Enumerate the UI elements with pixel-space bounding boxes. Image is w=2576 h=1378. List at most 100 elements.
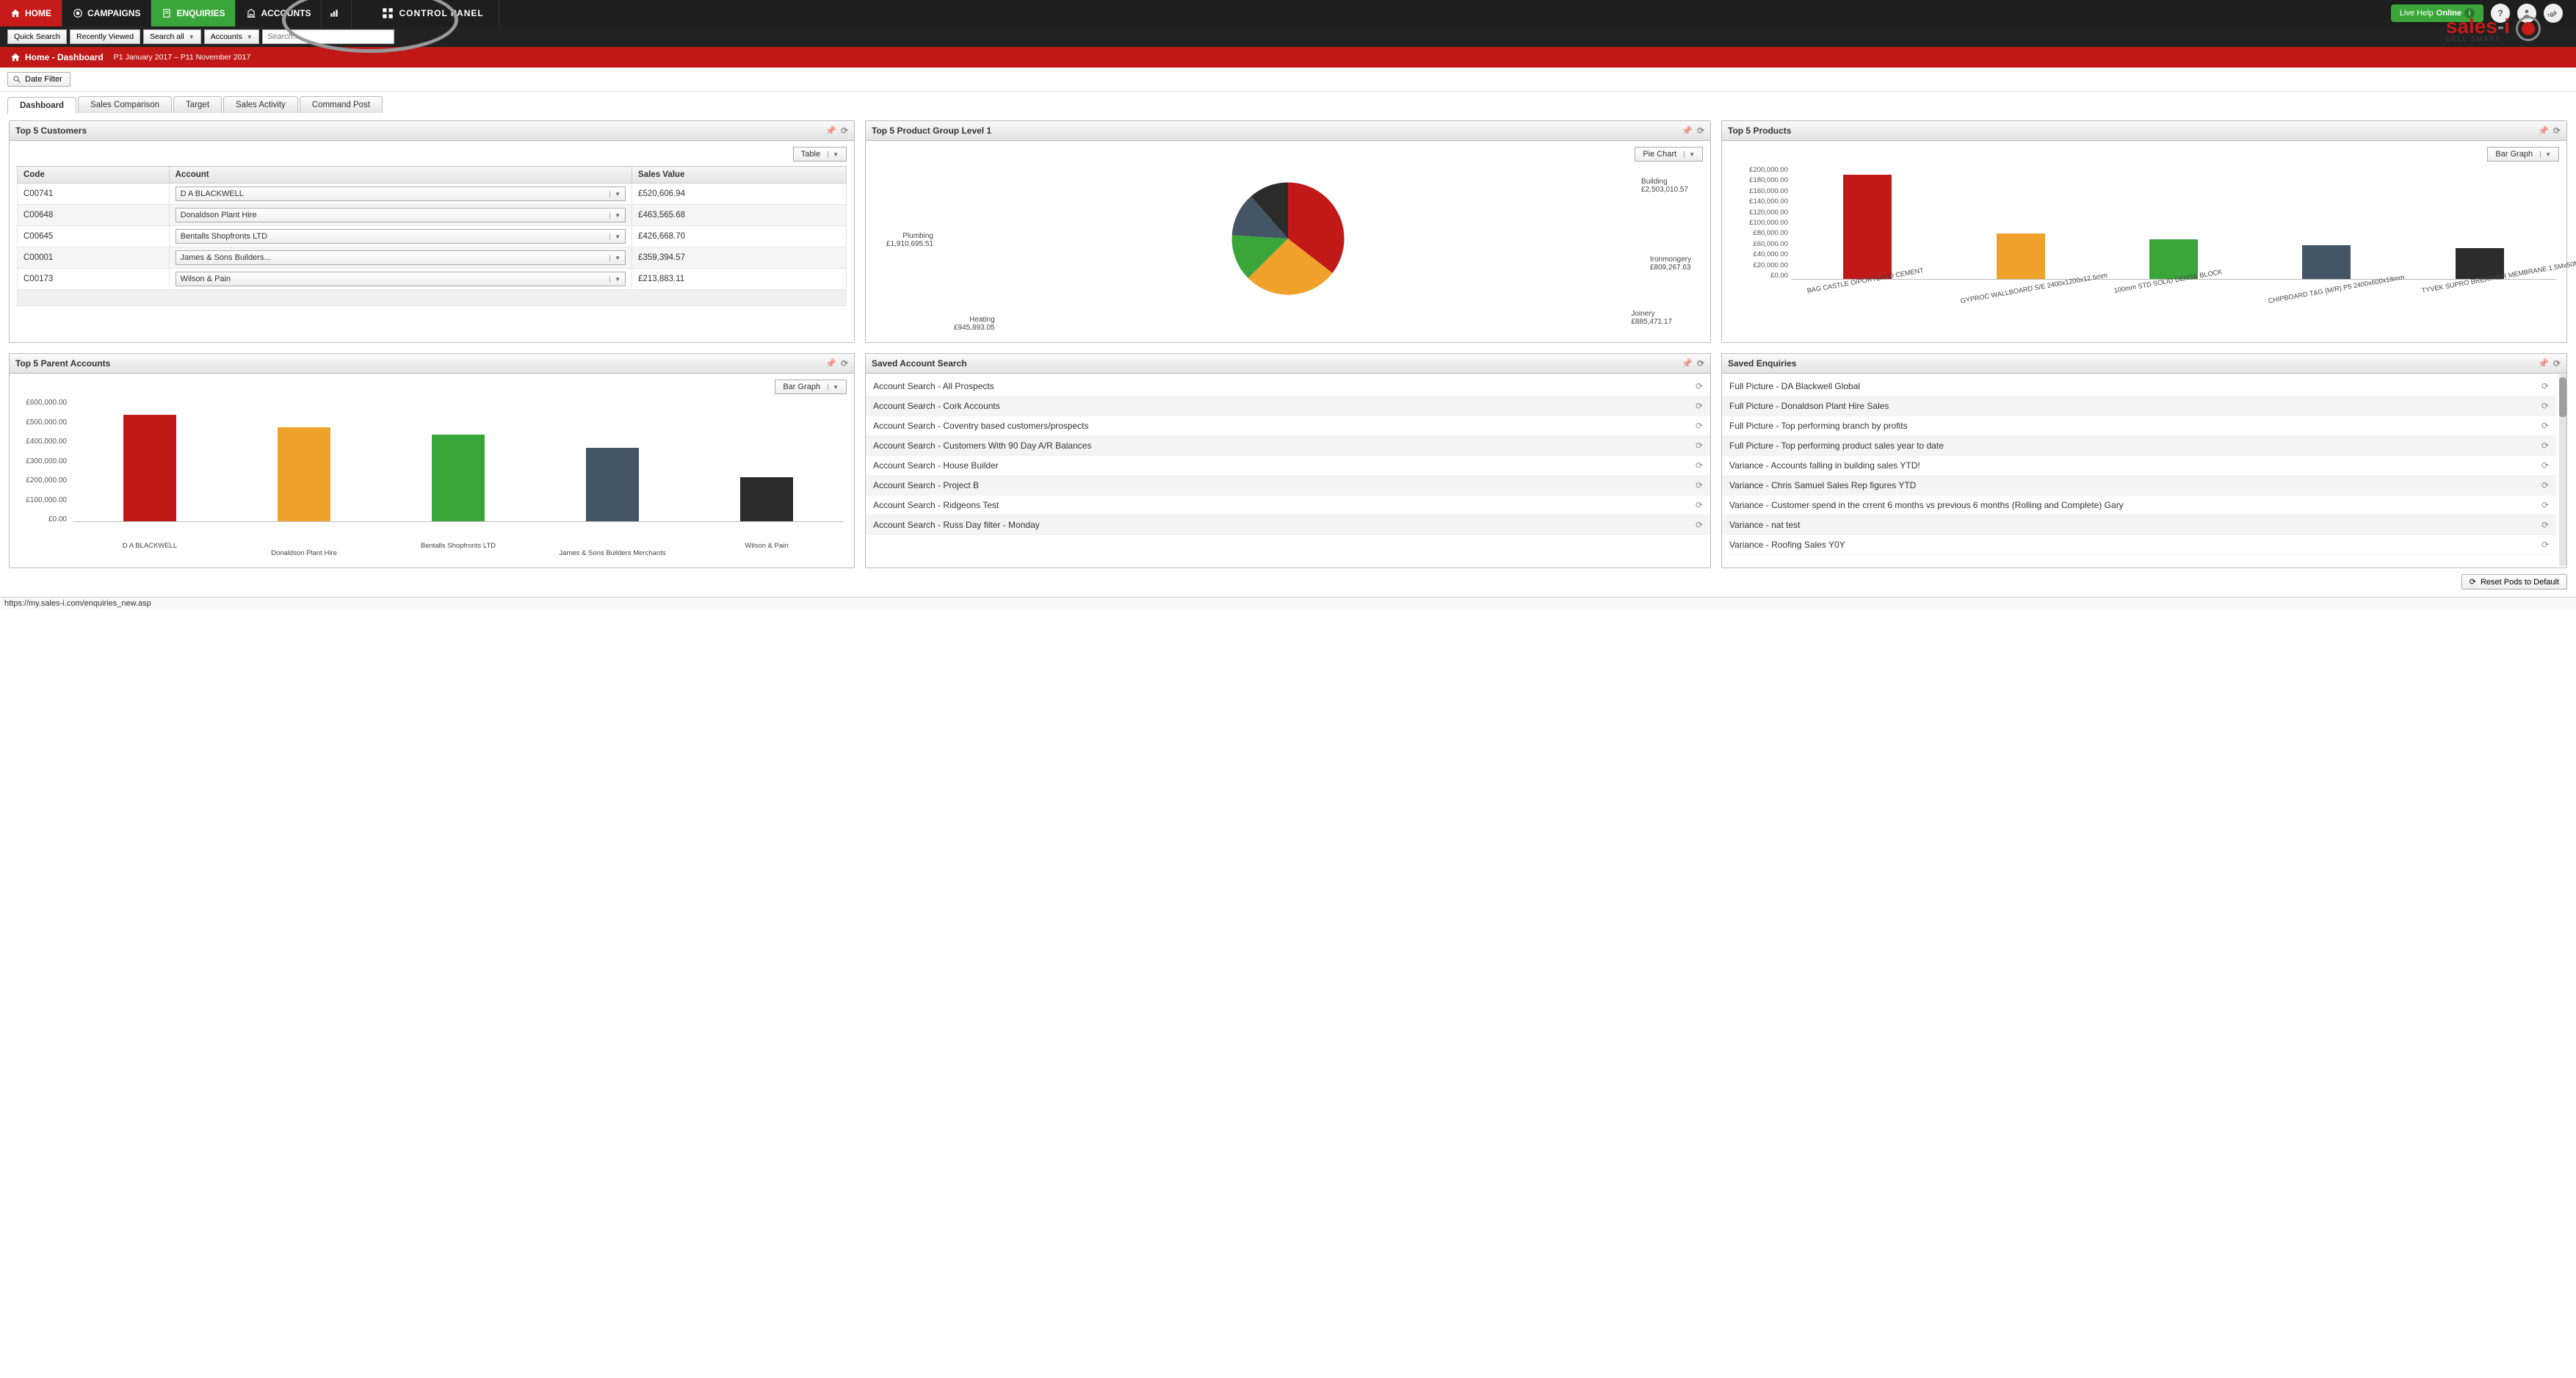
list-item[interactable]: Variance - Roofing Sales Y0Y⟳ (1722, 535, 2556, 555)
home-icon (10, 52, 21, 62)
pin-icon[interactable]: 📌 (2538, 126, 2549, 136)
list-item[interactable]: Variance - Accounts falling in building … (1722, 456, 2556, 476)
load-icon: ⟳ (1696, 421, 1703, 431)
scrollbar[interactable] (2559, 374, 2566, 566)
bar[interactable] (740, 477, 793, 521)
load-icon: ⟳ (2541, 460, 2549, 471)
cell-sales: £463,565.68 (632, 205, 847, 226)
cell-code: C00741 (18, 184, 170, 205)
tab-command-post[interactable]: Command Post (300, 96, 383, 113)
nav-home[interactable]: HOME (0, 0, 62, 26)
tab-target[interactable]: Target (173, 96, 222, 113)
grid-icon (381, 7, 394, 20)
bar[interactable] (1997, 233, 2045, 279)
pin-icon[interactable]: 📌 (1682, 126, 1693, 136)
tab-dashboard[interactable]: Dashboard (7, 97, 76, 114)
pod-top5-products: Top 5 Products 📌⟳ Bar Graph £200,000.00£… (1721, 120, 2567, 343)
table-row[interactable]: C00001 James & Sons Builders... £359,394… (18, 247, 847, 269)
list-item[interactable]: Full Picture - Donaldson Plant Hire Sale… (1722, 396, 2556, 416)
table-row[interactable]: C00741 D A BLACKWELL £520,606.94 (18, 184, 847, 205)
filter-bar: Quick Search Recently Viewed Search all … (0, 26, 2576, 47)
list-item[interactable]: Account Search - Project B⟳ (866, 476, 1710, 496)
nav-reports[interactable] (322, 0, 352, 26)
list-item[interactable]: Full Picture - Top performing branch by … (1722, 416, 2556, 436)
refresh-icon[interactable]: ⟳ (1697, 126, 1704, 136)
customers-table: Code Account Sales Value C00741 D A BLAC… (17, 166, 847, 306)
tab-sales-comparison[interactable]: Sales Comparison (78, 96, 172, 113)
list-item[interactable]: Account Search - Cork Accounts⟳ (866, 396, 1710, 416)
col-code[interactable]: Code (18, 167, 170, 184)
cell-sales: £520,606.94 (632, 184, 847, 205)
pie-label: Joinery£885,471.17 (1631, 310, 1672, 326)
cell-account[interactable]: James & Sons Builders... (169, 247, 632, 269)
pin-icon[interactable]: 📌 (2538, 358, 2549, 369)
nav-control-panel[interactable]: CONTROL PANEL (366, 0, 499, 26)
refresh-icon[interactable]: ⟳ (2553, 126, 2561, 136)
load-icon: ⟳ (2541, 480, 2549, 490)
recently-viewed-button[interactable]: Recently Viewed (70, 29, 140, 44)
pod-product-group: Top 5 Product Group Level 1 📌⟳ Pie Chart… (865, 120, 1711, 343)
col-sales[interactable]: Sales Value (632, 167, 847, 184)
search-input[interactable] (262, 29, 394, 44)
tab-sales-activity[interactable]: Sales Activity (223, 96, 298, 113)
pod-view-select[interactable]: Pie Chart (1635, 147, 1703, 162)
list-item[interactable]: Full Picture - Top performing product sa… (1722, 436, 2556, 456)
refresh-icon[interactable]: ⟳ (841, 126, 848, 136)
bar[interactable] (2302, 245, 2351, 279)
list-item[interactable]: Variance - Chris Samuel Sales Rep figure… (1722, 476, 2556, 496)
search-type-select[interactable]: Accounts (204, 29, 259, 44)
bar[interactable] (278, 427, 330, 521)
table-row[interactable]: C00648 Donaldson Plant Hire £463,565.68 (18, 205, 847, 226)
nav-accounts[interactable]: ACCOUNTS (236, 0, 322, 26)
cell-account[interactable]: Donaldson Plant Hire (169, 205, 632, 226)
breadcrumb[interactable]: Home - Dashboard (10, 52, 104, 62)
document-icon (162, 8, 172, 18)
pin-icon[interactable]: 📌 (1682, 358, 1693, 369)
bar[interactable] (123, 415, 176, 521)
pod-title: Saved Enquiries (1728, 358, 1796, 369)
pod-view-select[interactable]: Bar Graph (2487, 147, 2559, 162)
bar[interactable] (1843, 175, 1892, 279)
products-bar-chart: £200,000.00£180,000.00£160,000.00£140,00… (1729, 166, 2559, 287)
list-item[interactable]: Account Search - Customers With 90 Day A… (866, 436, 1710, 456)
cell-account[interactable]: Bentalls Shopfronts LTD (169, 226, 632, 247)
list-item[interactable]: Variance - Customer spend in the crrent … (1722, 496, 2556, 515)
reset-pods-button[interactable]: ⟳ Reset Pods to Default (2461, 574, 2567, 590)
col-account[interactable]: Account (169, 167, 632, 184)
list-item[interactable]: Account Search - Ridgeons Test⟳ (866, 496, 1710, 515)
cell-account[interactable]: Wilson & Pain (169, 269, 632, 290)
bar[interactable] (432, 435, 485, 521)
pin-icon[interactable]: 📌 (825, 126, 836, 136)
load-icon: ⟳ (2541, 520, 2549, 530)
list-item[interactable]: Account Search - Coventry based customer… (866, 416, 1710, 436)
list-item[interactable]: Account Search - Russ Day filter - Monda… (866, 515, 1710, 535)
refresh-icon[interactable]: ⟳ (841, 358, 848, 369)
list-item[interactable]: Full Picture - DA Blackwell Global⟳ (1722, 377, 2556, 396)
pie-label: Building£2,503,010.57 (1641, 178, 1688, 194)
cell-code: C00001 (18, 247, 170, 269)
cell-account[interactable]: D A BLACKWELL (169, 184, 632, 205)
list-item[interactable]: Variance - nat test⟳ (1722, 515, 2556, 535)
pod-view-select[interactable]: Table (793, 147, 847, 162)
bar[interactable] (586, 448, 639, 521)
nav-enquiries[interactable]: ENQUIRIES (151, 0, 236, 26)
refresh-icon[interactable]: ⟳ (1697, 358, 1704, 369)
nav-extra[interactable] (352, 0, 366, 26)
list-item[interactable]: Account Search - All Prospects⟳ (866, 377, 1710, 396)
pin-icon[interactable]: 📌 (825, 358, 836, 369)
pod-saved-enquiries: Saved Enquiries 📌 ⟳ Full Picture - DA Bla… (1721, 353, 2567, 568)
nav-campaigns[interactable]: CAMPAIGNS (62, 0, 151, 26)
list-item[interactable]: Account Search - House Builder⟳ (866, 456, 1710, 476)
pod-view-select[interactable]: Bar Graph (775, 380, 847, 394)
tabs: Dashboard Sales Comparison Target Sales … (0, 92, 2576, 113)
table-row[interactable]: C00645 Bentalls Shopfronts LTD £426,668.… (18, 226, 847, 247)
table-row[interactable]: C00173 Wilson & Pain £213,883.11 (18, 269, 847, 290)
cell-sales: £213,883.11 (632, 269, 847, 290)
refresh-icon[interactable]: ⟳ (2553, 358, 2561, 369)
brand-logo: sales-i SELL SMART ™ (2446, 15, 2554, 43)
search-scope-select[interactable]: Search all (143, 29, 201, 44)
quick-search-button[interactable]: Quick Search (7, 29, 67, 44)
pod-title: Top 5 Customers (15, 126, 87, 136)
date-filter-button[interactable]: Date Filter (7, 72, 70, 87)
pie-label: Plumbing£1,910,695.51 (886, 232, 933, 248)
